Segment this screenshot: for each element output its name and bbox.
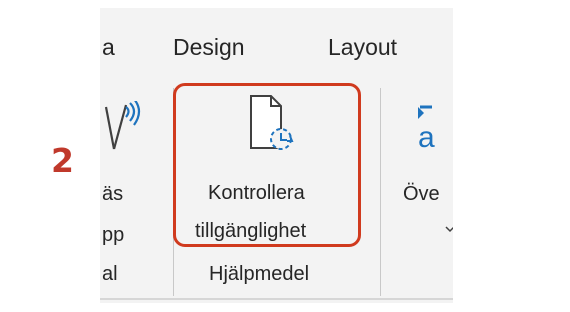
translate-label: Öve — [403, 183, 440, 205]
step-number-annotation: 2 — [51, 141, 74, 180]
group-separator — [380, 88, 381, 296]
accessibility-group-label: Hjälpmedel — [209, 263, 310, 285]
ribbon-bottom-border — [100, 298, 453, 300]
highlight-box — [173, 83, 361, 247]
read-aloud-label-line1: äs — [102, 183, 124, 205]
read-aloud-icon — [104, 101, 141, 150]
tab-design[interactable]: Design — [173, 36, 245, 59]
read-aloud-group-label: al — [102, 263, 118, 285]
translate-icon: a — [418, 105, 435, 153]
read-aloud-label-line2: pp — [102, 224, 125, 246]
svg-text:a: a — [418, 121, 435, 153]
ribbon-panel: a Design Layout äs pp al Kontrollera til… — [100, 8, 453, 303]
tab-layout[interactable]: Layout — [328, 36, 397, 59]
tab-partial[interactable]: a — [102, 36, 115, 59]
chevron-down-icon — [445, 226, 453, 233]
